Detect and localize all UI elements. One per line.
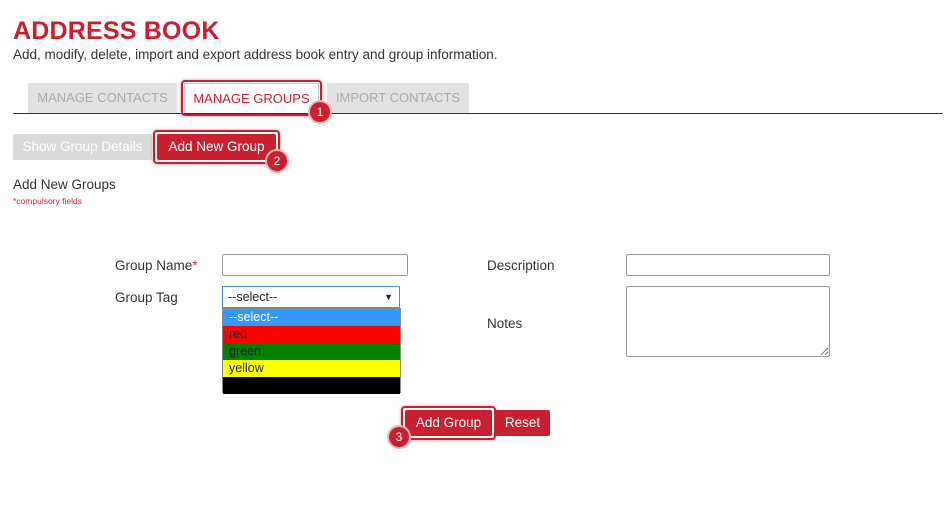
group-tag-select[interactable]: --select-- ▼: [222, 286, 400, 308]
required-asterisk: *: [192, 258, 198, 273]
description-label: Description: [487, 258, 555, 273]
callout-highlight-1: [181, 80, 322, 116]
tab-manage-contacts[interactable]: MANAGE CONTACTS: [28, 83, 177, 113]
reset-button[interactable]: Reset: [495, 410, 550, 436]
callout-badge-1: 1: [310, 102, 330, 122]
caret-down-icon: ▼: [384, 292, 393, 302]
callout-badge-3: 3: [389, 427, 409, 447]
option-red[interactable]: red: [223, 326, 400, 343]
compulsory-note: *compulsory fields: [13, 196, 82, 206]
section-title: Add New Groups: [13, 177, 116, 192]
group-name-label: Group Name*: [115, 258, 198, 273]
option-green[interactable]: green: [223, 343, 400, 360]
callout-highlight-3: [401, 406, 496, 440]
option-select[interactable]: --select--: [223, 309, 400, 326]
description-input[interactable]: [626, 254, 830, 276]
group-tag-dropdown: --select-- red green yellow: [222, 308, 401, 394]
notes-label: Notes: [487, 316, 523, 331]
tab-divider: [13, 113, 943, 114]
option-yellow[interactable]: yellow: [223, 360, 400, 377]
show-group-details-button[interactable]: Show Group Details: [13, 134, 152, 160]
group-tag-label: Group Tag: [115, 290, 178, 305]
callout-highlight-2: [153, 130, 280, 164]
tab-import-contacts[interactable]: IMPORT CONTACTS: [327, 83, 469, 113]
option-black[interactable]: [223, 377, 400, 394]
notes-textarea[interactable]: [626, 286, 830, 357]
group-name-input[interactable]: [222, 254, 408, 276]
group-tag-selected-value: --select--: [228, 290, 278, 304]
page-title: ADDRESS BOOK: [13, 17, 220, 45]
callout-badge-2: 2: [267, 151, 287, 171]
page-subtitle: Add, modify, delete, import and export a…: [13, 47, 498, 62]
